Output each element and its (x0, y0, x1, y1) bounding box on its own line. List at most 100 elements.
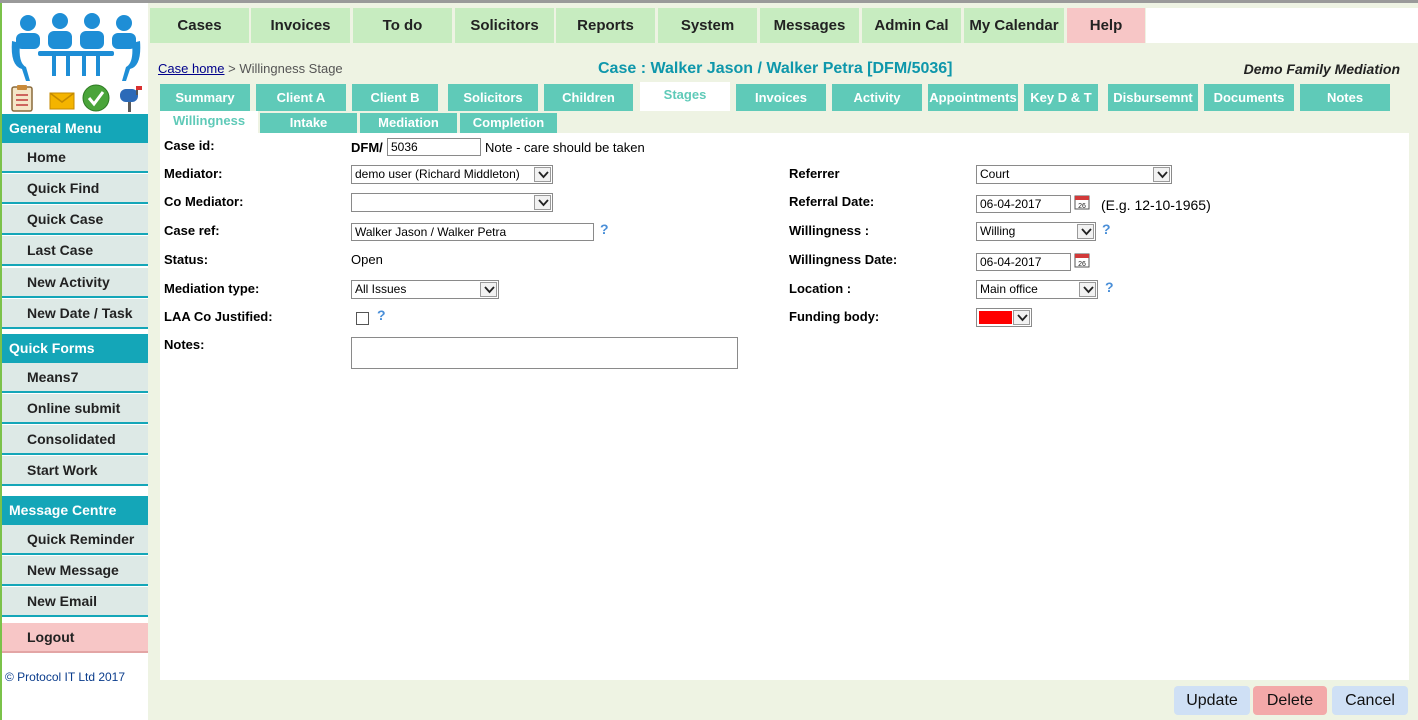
subtab-completion[interactable]: Completion (460, 113, 557, 133)
location-selected-value: Main office (980, 282, 1038, 296)
location-select[interactable]: Main office (976, 280, 1098, 299)
subtab-mediation[interactable]: Mediation (360, 113, 457, 133)
chevron-down-icon (534, 167, 551, 182)
case-form-panel: Case id: DFM/ Note - care should be take… (160, 133, 1409, 680)
sidebar-item-quick-reminder[interactable]: Quick Reminder (2, 525, 148, 555)
willingness-help-icon[interactable]: ? (1102, 221, 1111, 237)
quick-icons (8, 83, 148, 115)
nav-my-calendar[interactable]: My Calendar (964, 8, 1064, 43)
chevron-down-icon (534, 195, 551, 210)
willingness-select[interactable]: Willing (976, 222, 1096, 241)
sidebar-item-quick-find[interactable]: Quick Find (2, 174, 148, 204)
sidebar-item-consolidated[interactable]: Consolidated (2, 425, 148, 455)
referral-date-input[interactable] (976, 195, 1071, 213)
laa-co-justified-checkbox[interactable] (356, 312, 369, 325)
tab-stages[interactable]: Stages (640, 82, 730, 111)
mediation-type-select[interactable]: All Issues (351, 280, 499, 299)
mediator-select[interactable]: demo user (Richard Middleton) (351, 165, 553, 184)
message-centre-heading: Message Centre (2, 496, 148, 525)
copyright: © Protocol IT Ltd 2017 (5, 670, 126, 684)
top-rule (0, 0, 1418, 3)
tab-invoices[interactable]: Invoices (736, 84, 826, 111)
nav-invoices[interactable]: Invoices (251, 8, 350, 43)
sidebar-item-new-activity[interactable]: New Activity (2, 268, 148, 298)
funding-body-label: Funding body: (789, 309, 880, 324)
sidebar-item-last-case[interactable]: Last Case (2, 236, 148, 266)
sidebar-item-new-message[interactable]: New Message (2, 556, 148, 586)
willingness-date-input[interactable] (976, 253, 1071, 271)
chevron-down-icon (1013, 310, 1030, 325)
nav-to-do[interactable]: To do (353, 8, 452, 43)
tab-solicitors[interactable]: Solicitors (448, 84, 538, 111)
notes-textarea[interactable] (351, 337, 738, 369)
sidebar-item-quick-case[interactable]: Quick Case (2, 205, 148, 235)
nav-admin-cal[interactable]: Admin Cal (862, 8, 961, 43)
sidebar-item-new-date-task[interactable]: New Date / Task (2, 299, 148, 329)
nav-system[interactable]: System (658, 8, 757, 43)
nav-solicitors[interactable]: Solicitors (455, 8, 554, 43)
co-mediator-label: Co Mediator: (164, 194, 244, 209)
nav-cases[interactable]: Cases (150, 8, 249, 43)
update-button[interactable]: Update (1174, 686, 1250, 715)
tab-summary[interactable]: Summary (160, 84, 250, 111)
laa-help-icon[interactable]: ? (377, 307, 386, 323)
tab-activity[interactable]: Activity (832, 84, 922, 111)
funding-body-select[interactable] (976, 308, 1032, 327)
cancel-button[interactable]: Cancel (1332, 686, 1408, 715)
case-id-prefix: DFM/ (351, 140, 383, 155)
status-value: Open (351, 252, 383, 267)
tab-appointments[interactable]: Appointments (928, 84, 1018, 111)
funding-body-color-swatch (979, 311, 1012, 324)
sidebar-item-home[interactable]: Home (2, 143, 148, 173)
referrer-select[interactable]: Court (976, 165, 1172, 184)
subtab-intake[interactable]: Intake (260, 113, 357, 133)
sidebar: General Menu Home Quick Find Quick Case … (2, 3, 148, 720)
sidebar-item-new-email[interactable]: New Email (2, 587, 148, 617)
calendar-icon[interactable]: 26 (1074, 194, 1090, 210)
case-id-note: Note - care should be taken (485, 140, 645, 155)
chevron-down-icon (1077, 224, 1094, 239)
calendar-icon[interactable]: 26 (1074, 252, 1090, 268)
willingness-label: Willingness : (789, 223, 870, 238)
case-id-label: Case id: (164, 138, 215, 153)
location-help-icon[interactable]: ? (1105, 279, 1114, 295)
sidebar-item-means7[interactable]: Means7 (2, 363, 148, 393)
logout-button[interactable]: Logout (2, 623, 148, 653)
subtab-willingness[interactable]: Willingness (160, 111, 258, 133)
calendar-day: 26 (1078, 261, 1086, 268)
tab-client-b[interactable]: Client B (352, 84, 438, 111)
case-ref-help-icon[interactable]: ? (600, 221, 609, 237)
checkmark-icon[interactable] (82, 83, 110, 113)
tab-client-a[interactable]: Client A (256, 84, 346, 111)
breadcrumb-current: Willingness Stage (239, 61, 343, 76)
case-ref-input[interactable] (351, 223, 594, 241)
case-id-input[interactable] (387, 138, 481, 156)
mailbox-icon[interactable] (116, 83, 144, 113)
referrer-selected-value: Court (980, 167, 1010, 181)
envelope-icon[interactable] (48, 83, 76, 113)
organisation-name: Demo Family Mediation (1243, 61, 1400, 77)
mediator-selected-value: demo user (Richard Middleton) (355, 167, 520, 181)
nav-help[interactable]: Help (1067, 8, 1145, 43)
delete-button[interactable]: Delete (1253, 686, 1327, 715)
nav-reports[interactable]: Reports (556, 8, 655, 43)
quick-forms-heading: Quick Forms (2, 334, 148, 363)
breadcrumb: Case home > Willingness Stage (158, 61, 343, 76)
mediation-type-label: Mediation type: (164, 281, 260, 296)
tab-notes[interactable]: Notes (1300, 84, 1390, 111)
mediation-type-selected-value: All Issues (355, 282, 407, 296)
nav-messages[interactable]: Messages (760, 8, 859, 43)
notes-label: Notes: (164, 337, 205, 352)
sidebar-item-online-submit[interactable]: Online submit (2, 394, 148, 424)
breadcrumb-case-home-link[interactable]: Case home (158, 61, 224, 76)
tab-key-d-t[interactable]: Key D & T (1024, 84, 1098, 111)
tab-disbursement[interactable]: Disbursemnt (1108, 84, 1198, 111)
clipboard-icon[interactable] (8, 83, 36, 113)
tab-children[interactable]: Children (544, 84, 633, 111)
tab-documents[interactable]: Documents (1204, 84, 1294, 111)
location-label: Location : (789, 281, 852, 296)
sidebar-item-start-work[interactable]: Start Work (2, 456, 148, 486)
co-mediator-select[interactable] (351, 193, 553, 212)
page-title: Case : Walker Jason / Walker Petra [DFM/… (598, 60, 953, 77)
case-ref-label: Case ref: (164, 223, 220, 238)
